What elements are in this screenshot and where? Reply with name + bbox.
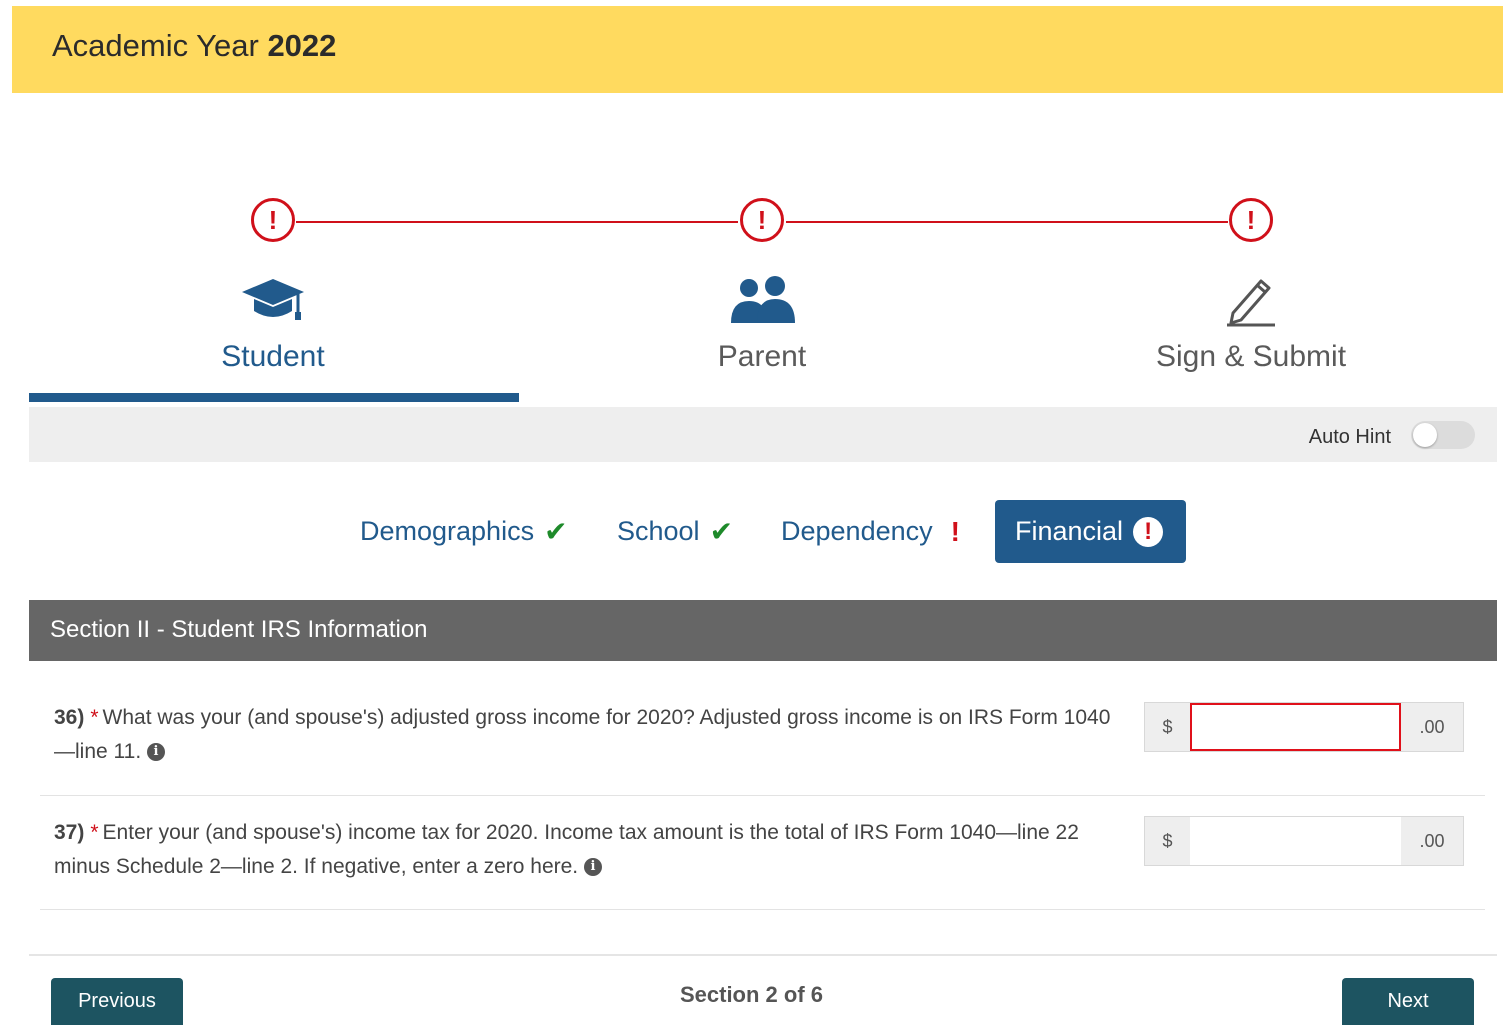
footer-divider bbox=[29, 954, 1497, 956]
question-label: Enter your (and spouse's) income tax for… bbox=[54, 821, 1079, 878]
cents-suffix: .00 bbox=[1401, 817, 1463, 865]
checkmark-icon: ✔ bbox=[544, 516, 568, 547]
auto-hint-bar: Auto Hint bbox=[29, 407, 1497, 462]
active-step-indicator bbox=[29, 393, 519, 402]
subtab-dependency[interactable]: Dependency ! bbox=[781, 500, 960, 563]
step-parent[interactable]: Parent bbox=[612, 270, 912, 374]
question-row: 37) * Enter your (and spouse's) income tax… bbox=[40, 795, 1485, 910]
required-marker: * bbox=[90, 821, 99, 844]
income-tax-input[interactable] bbox=[1190, 817, 1401, 865]
step-alert-icon: ! bbox=[1229, 198, 1273, 242]
title-prefix: Academic Year bbox=[52, 28, 259, 63]
cents-suffix: .00 bbox=[1401, 703, 1463, 751]
question-number: 36) bbox=[54, 706, 85, 729]
subtab-financial[interactable]: Financial ! bbox=[995, 500, 1186, 563]
step-label: Student bbox=[221, 340, 325, 373]
graduation-cap-icon bbox=[123, 270, 423, 330]
subtab-demographics[interactable]: Demographics ✔ bbox=[360, 500, 568, 563]
currency-prefix: $ bbox=[1145, 703, 1190, 751]
info-icon[interactable]: i bbox=[583, 858, 602, 877]
question-text: 36) * What was your (and spouse's) adjuste… bbox=[54, 701, 1114, 769]
question-row: 36) * What was your (and spouse's) adjuste… bbox=[40, 681, 1485, 796]
question-number: 37) bbox=[54, 821, 85, 844]
currency-prefix: $ bbox=[1145, 817, 1190, 865]
subtab-school[interactable]: School ✔ bbox=[617, 500, 733, 563]
question-text: 37) * Enter your (and spouse's) income tax… bbox=[54, 816, 1114, 884]
step-connector bbox=[296, 221, 738, 223]
page-title: Academic Year 2022 bbox=[52, 28, 336, 64]
step-label: Sign & Submit bbox=[1155, 340, 1347, 373]
step-student[interactable]: Student bbox=[123, 270, 423, 374]
income-tax-amount-field: $ .00 bbox=[1144, 816, 1464, 866]
required-marker: * bbox=[90, 706, 99, 729]
title-year: 2022 bbox=[267, 28, 337, 63]
users-icon bbox=[612, 270, 912, 330]
section-header: Section II - Student IRS Information bbox=[29, 600, 1497, 661]
step-alert-icon: ! bbox=[251, 198, 295, 242]
section-progress: Section 2 of 6 bbox=[679, 982, 824, 1007]
subtab-label: Demographics bbox=[360, 516, 535, 546]
exclamation-icon: ! bbox=[950, 515, 960, 547]
step-sign-submit[interactable]: Sign & Submit bbox=[1101, 270, 1401, 374]
checkmark-icon: ✔ bbox=[709, 516, 734, 547]
subtab-label: Financial bbox=[1015, 516, 1124, 546]
academic-year-header: Academic Year 2022 bbox=[12, 6, 1503, 93]
question-label: What was your (and spouse's) adjusted gr… bbox=[54, 706, 1111, 763]
auto-hint-toggle[interactable] bbox=[1411, 421, 1475, 449]
auto-hint-label: Auto Hint bbox=[1308, 426, 1391, 448]
next-button[interactable]: Next bbox=[1342, 978, 1474, 1025]
pencil-icon bbox=[1101, 270, 1401, 330]
subtab-label: School bbox=[617, 516, 700, 546]
toggle-knob bbox=[1413, 423, 1437, 447]
info-icon[interactable]: i bbox=[147, 743, 166, 762]
step-connector bbox=[786, 221, 1228, 223]
section-subnav: Demographics ✔ School ✔ Dependency ! Fin… bbox=[0, 500, 1503, 563]
subtab-label: Dependency bbox=[781, 516, 933, 546]
exclamation-circle-icon: ! bbox=[1133, 516, 1164, 547]
agi-input[interactable] bbox=[1190, 703, 1401, 751]
section-title: Section II - Student IRS Information bbox=[50, 616, 428, 643]
step-label: Parent bbox=[717, 340, 807, 373]
agi-amount-field: $ .00 bbox=[1144, 702, 1464, 752]
step-alert-icon: ! bbox=[740, 198, 784, 242]
